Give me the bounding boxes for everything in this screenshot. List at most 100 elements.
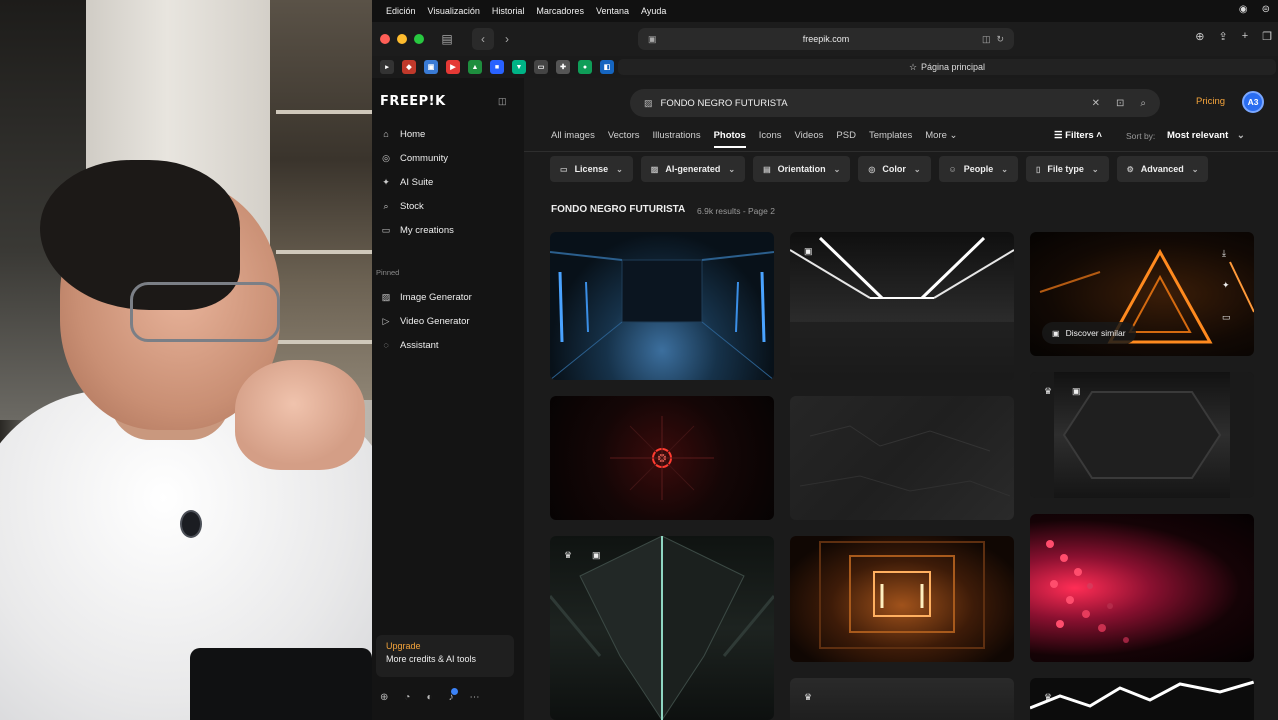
search-icon[interactable]: ⌕	[1140, 98, 1146, 109]
result-thumbnail[interactable]	[790, 536, 1014, 662]
favorite-icon[interactable]: ▭	[534, 60, 548, 74]
filter-color[interactable]: ◎ Color ⌄	[858, 156, 931, 182]
camera-search-icon[interactable]: ⊡	[1116, 98, 1124, 109]
tab-templates[interactable]: Templates	[869, 130, 912, 141]
presenter-glasses	[130, 282, 280, 342]
sidebar-toggle-icon[interactable]: ▤	[436, 28, 458, 50]
menu-visualizacion[interactable]: Visualización	[428, 6, 480, 16]
shelf-board	[276, 110, 372, 114]
download-icon[interactable]: ⤓	[1222, 248, 1226, 259]
pricing-link[interactable]: Pricing	[1196, 96, 1225, 107]
menu-ventana[interactable]: Ventana	[596, 6, 629, 16]
freepik-logo[interactable]: FREEP!K	[380, 94, 446, 109]
menu-ayuda[interactable]: Ayuda	[641, 6, 666, 16]
tab-more[interactable]: More ⌄	[925, 130, 957, 141]
forward-arrow-icon[interactable]: ›	[496, 28, 518, 50]
search-input[interactable]: FONDO NEGRO FUTURISTA	[661, 98, 788, 109]
start-page-link[interactable]: ☆ Página principal	[618, 59, 1276, 75]
globe-icon[interactable]: ⊕	[380, 692, 388, 703]
filter-orientation-label: Orientation	[777, 164, 826, 174]
result-thumbnail[interactable]: ♛ ▣	[1030, 372, 1254, 498]
filter-advanced[interactable]: ⚙ Advanced ⌄	[1116, 156, 1209, 182]
filter-orientation[interactable]: ▤ Orientation ⌄	[753, 156, 851, 182]
discover-similar-button[interactable]: ▣ Discover similar	[1042, 322, 1136, 344]
filter-license[interactable]: ▭ License ⌄	[550, 156, 633, 182]
nav-video-generator[interactable]: ▷ Video Generator	[380, 311, 470, 331]
more-icon[interactable]: ⋯	[469, 692, 479, 703]
result-thumbnail[interactable]: ♛	[1030, 678, 1254, 720]
tab-vectors[interactable]: Vectors	[608, 130, 640, 141]
tab-icons[interactable]: Icons	[759, 130, 782, 141]
favorite-icon[interactable]: ▼	[512, 60, 526, 74]
theme-icon[interactable]: ◐	[426, 692, 432, 703]
tab-overview-icon[interactable]: ❐	[1262, 30, 1272, 43]
tab-psd[interactable]: PSD	[836, 130, 856, 141]
translate-icon[interactable]: ◫	[982, 34, 991, 45]
nav-stock[interactable]: ⌕ Stock	[380, 196, 423, 216]
search-bar[interactable]: ▨ FONDO NEGRO FUTURISTA ✕ ⊡ ⌕	[630, 89, 1160, 117]
tab-photos[interactable]: Photos	[713, 130, 746, 148]
discord-icon[interactable]: ◔	[404, 692, 410, 703]
favorite-icon[interactable]: ▸	[380, 60, 394, 74]
nav-home[interactable]: ⌂ Home	[380, 124, 425, 144]
nav-ai-suite[interactable]: ✦ AI Suite	[380, 172, 433, 192]
menu-marcadores[interactable]: Marcadores	[536, 6, 584, 16]
avatar[interactable]: A3	[1242, 91, 1264, 113]
favorite-icon[interactable]: ●	[578, 60, 592, 74]
folder-icon[interactable]: ▭	[1222, 312, 1231, 323]
filter-ai-generated-label: AI-generated	[665, 164, 721, 174]
clear-search-icon[interactable]: ✕	[1092, 98, 1100, 109]
page-settings-icon[interactable]: ▣	[648, 34, 657, 45]
address-bar[interactable]: ▣ freepik.com ◫ ↻	[638, 28, 1014, 50]
filter-ai-generated[interactable]: ▨ AI-generated ⌄	[640, 156, 746, 182]
bell-icon[interactable]: ♪	[448, 688, 459, 703]
menu-edicion[interactable]: Edición	[386, 6, 416, 16]
result-thumbnail[interactable]: ▣	[790, 232, 1014, 380]
result-thumbnail[interactable]	[550, 232, 774, 380]
filters-button[interactable]: ☰ Filters ˄	[1054, 130, 1102, 141]
reload-icon[interactable]: ↻	[996, 34, 1004, 45]
discover-similar-label: Discover similar	[1065, 328, 1126, 338]
favorite-icon[interactable]: ▣	[424, 60, 438, 74]
tab-videos[interactable]: Videos	[795, 130, 824, 141]
sparkle-icon[interactable]: ✦	[1222, 280, 1230, 291]
result-thumbnail[interactable]: ♛ ▣	[550, 536, 774, 720]
control-center-icon[interactable]: ⊜	[1262, 4, 1270, 15]
collapse-sidebar-icon[interactable]: ◫	[498, 96, 507, 107]
favorite-icon[interactable]: ◆	[402, 60, 416, 74]
close-window-button[interactable]	[380, 34, 390, 44]
image-type-icon[interactable]: ▨	[644, 98, 653, 109]
favorite-icon[interactable]: ▲	[468, 60, 482, 74]
filter-file-type[interactable]: ▯ File type ⌄	[1025, 156, 1109, 182]
sort-value: Most relevant	[1167, 130, 1229, 141]
result-thumbnail[interactable]	[550, 396, 774, 520]
share-icon[interactable]: ⇪	[1218, 30, 1227, 43]
downloads-icon[interactable]: ⊕	[1195, 30, 1204, 43]
zoom-window-button[interactable]	[414, 34, 424, 44]
result-thumbnail[interactable]: ♛	[790, 678, 1014, 720]
nav-image-generator[interactable]: ▨ Image Generator	[380, 287, 472, 307]
new-tab-icon[interactable]: +	[1242, 30, 1248, 43]
tab-illustrations[interactable]: Illustrations	[653, 130, 701, 141]
presenter-camera	[0, 0, 372, 720]
menu-historial[interactable]: Historial	[492, 6, 525, 16]
nav-my-creations[interactable]: ▭ My creations	[380, 220, 454, 240]
filter-people[interactable]: ☺ People ⌄	[938, 156, 1018, 182]
upgrade-card[interactable]: Upgrade More credits & AI tools	[376, 635, 514, 677]
favorite-icon[interactable]: ▶	[446, 60, 460, 74]
result-thumbnail[interactable]	[1030, 514, 1254, 662]
shelf-board	[276, 340, 372, 344]
sort-dropdown[interactable]: Most relevant ⌄	[1167, 130, 1245, 141]
nav-assistant[interactable]: ◌ Assistant	[380, 335, 438, 355]
nav-community[interactable]: ◎ Community	[380, 148, 448, 168]
favorite-icon[interactable]: ◧	[600, 60, 614, 74]
minimize-window-button[interactable]	[397, 34, 407, 44]
result-thumbnail[interactable]	[790, 396, 1014, 520]
palette-icon: ◎	[868, 164, 876, 174]
back-arrow-icon[interactable]: ‹	[472, 28, 494, 50]
tab-all-images[interactable]: All images	[551, 130, 595, 141]
favorite-icon[interactable]: ■	[490, 60, 504, 74]
system-status-icon[interactable]: ◉	[1239, 4, 1248, 15]
result-thumbnail[interactable]: ⤓ ✦ ▭ ▣ Discover similar	[1030, 232, 1254, 356]
favorite-icon[interactable]: ✚	[556, 60, 570, 74]
